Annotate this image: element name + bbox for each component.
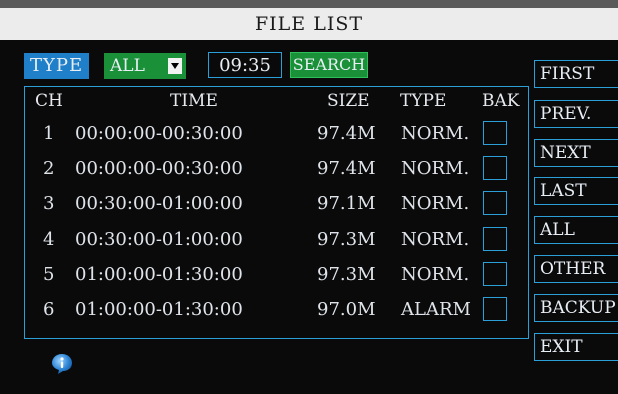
column-header-type: TYPE [400, 91, 447, 111]
backup-checkbox[interactable] [483, 227, 507, 251]
other-button[interactable]: OTHER [534, 255, 618, 283]
row-ch: 4 [43, 229, 55, 250]
last-button[interactable]: LAST [534, 177, 618, 205]
row-size: 97.1M [317, 193, 376, 214]
backup-checkbox[interactable] [483, 121, 507, 145]
top-strip [0, 0, 618, 8]
row-size: 97.3M [317, 264, 376, 285]
column-header-size: SIZE [327, 91, 370, 111]
row-size: 97.0M [317, 299, 376, 320]
row-type: NORM. [401, 229, 470, 250]
type-dropdown[interactable]: ALL [104, 53, 186, 79]
row-time: 00:30:00-01:00:00 [75, 193, 243, 214]
prev-button[interactable]: PREV. [534, 100, 618, 128]
column-header-time: TIME [170, 91, 218, 111]
row-size: 97.4M [317, 123, 376, 144]
column-header-ch: CH [35, 91, 63, 111]
row-size: 97.4M [317, 158, 376, 179]
backup-checkbox[interactable] [483, 156, 507, 180]
row-type: NORM. [401, 123, 470, 144]
row-type: NORM. [401, 264, 470, 285]
backup-checkbox[interactable] [483, 262, 507, 286]
next-button[interactable]: NEXT [534, 139, 618, 167]
exit-button[interactable]: EXIT [534, 333, 618, 361]
all-button[interactable]: ALL [534, 216, 618, 244]
page-title: FILE LIST [0, 8, 618, 40]
column-header-bak: BAK [482, 91, 520, 111]
backup-checkbox[interactable] [483, 297, 507, 321]
row-time: 01:00:00-01:30:00 [75, 299, 243, 320]
info-icon[interactable] [50, 352, 74, 376]
backup-button[interactable]: BACKUP [534, 294, 618, 322]
row-time: 01:00:00-01:30:00 [75, 264, 243, 285]
row-ch: 3 [43, 193, 55, 214]
type-dropdown-value: ALL [110, 56, 145, 76]
row-ch: 1 [43, 123, 55, 144]
row-time: 00:00:00-00:30:00 [75, 123, 243, 144]
row-size: 97.3M [317, 229, 376, 250]
row-time: 00:30:00-01:00:00 [75, 229, 243, 250]
row-time: 00:00:00-00:30:00 [75, 158, 243, 179]
file-table: CH TIME SIZE TYPE BAK 1 00:00:00-00:30:0… [24, 86, 529, 339]
row-type: NORM. [401, 193, 470, 214]
backup-checkbox[interactable] [483, 191, 507, 215]
row-type: NORM. [401, 158, 470, 179]
chevron-down-icon[interactable] [168, 58, 182, 74]
row-ch: 2 [43, 158, 55, 179]
first-button[interactable]: FIRST [534, 60, 618, 88]
search-button[interactable]: SEARCH [290, 52, 368, 78]
type-label: TYPE [24, 53, 90, 79]
row-type: ALARM [401, 299, 471, 320]
time-input[interactable]: 09:35 [208, 52, 282, 78]
row-ch: 5 [43, 264, 55, 285]
row-ch: 6 [43, 299, 55, 320]
